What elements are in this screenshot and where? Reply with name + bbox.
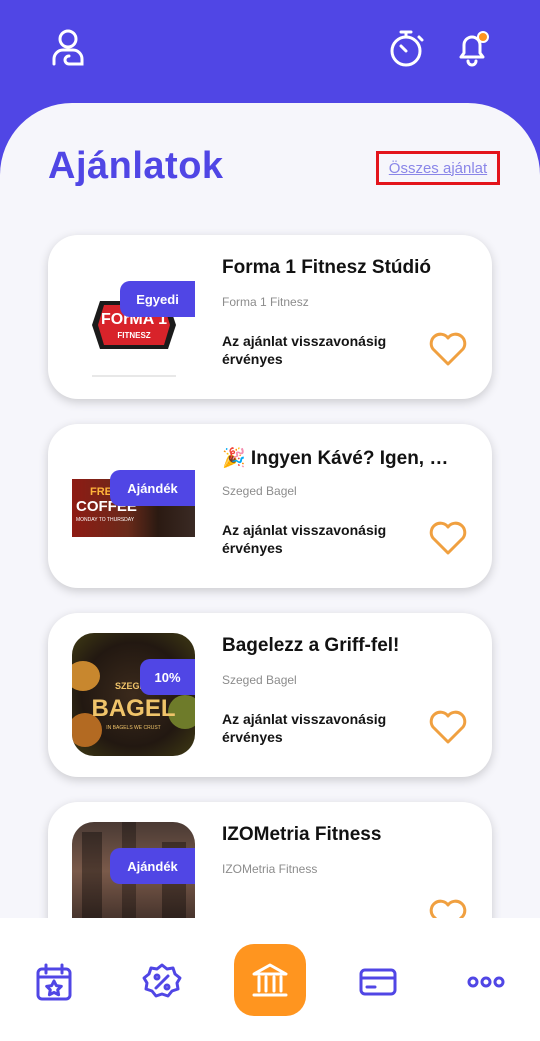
- offer-partner: Forma 1 Fitnesz: [222, 295, 309, 309]
- notification-dot: [477, 31, 489, 43]
- offer-card[interactable]: SZEGED BAGEL IN BAGELS WE CRUST 10% Bage…: [48, 613, 492, 777]
- offer-badge: 10%: [140, 659, 195, 695]
- bell-icon[interactable]: [452, 28, 492, 68]
- logo-text: BAGEL: [91, 695, 176, 722]
- heart-icon[interactable]: [428, 331, 468, 367]
- offer-card[interactable]: Ajándék IZOMetria Fitness IZOMetria Fitn…: [48, 802, 492, 923]
- offer-validity: Az ajánlat visszavonásig érvényes: [222, 711, 387, 745]
- user-icon[interactable]: [48, 28, 88, 68]
- offers-sheet: Ajánlatok Összes ajánlat FOrMA 1 FITNESZ…: [0, 103, 540, 923]
- offer-badge: Ajándék: [110, 848, 195, 884]
- stopwatch-icon[interactable]: [386, 28, 426, 68]
- offer-title: Bagelezz a Griff-fel!: [222, 635, 400, 656]
- calendar-star-icon[interactable]: [32, 960, 76, 1004]
- offer-card[interactable]: FREE COFFEE MONDAY TO THURSDAY Ajándék 🎉…: [48, 424, 492, 588]
- offer-validity: Az ajánlat visszavonásig érvényes: [222, 522, 387, 556]
- more-icon[interactable]: [464, 960, 508, 1004]
- offer-validity: Az ajánlat visszavonásig érvényes: [222, 333, 387, 367]
- offer-title: IZOMetria Fitness: [222, 824, 382, 845]
- heart-icon[interactable]: [428, 709, 468, 745]
- offer-title: Forma 1 Fitnesz Stúdió: [222, 257, 432, 278]
- offer-partner: Szeged Bagel: [222, 484, 297, 498]
- all-offers-link[interactable]: Összes ajánlat: [376, 151, 500, 185]
- page-title: Ajánlatok: [48, 145, 224, 187]
- offer-badge: Egyedi: [120, 281, 195, 317]
- bottom-navigation: [0, 918, 540, 1041]
- offer-card[interactable]: FOrMA 1 FITNESZ Egyedi Forma 1 Fitnesz S…: [48, 235, 492, 399]
- offer-partner: Szeged Bagel: [222, 673, 297, 687]
- logo-subtext: MONDAY TO THURSDAY: [76, 517, 135, 523]
- offer-title: 🎉 Ingyen Kávé? Igen, …: [222, 448, 449, 469]
- logo-subtext: FITNESZ: [117, 331, 151, 340]
- offer-partner: IZOMetria Fitness: [222, 862, 318, 876]
- logo-subtext: IN BAGELS WE CRUST: [106, 725, 161, 731]
- heart-icon[interactable]: [428, 520, 468, 556]
- bank-icon: [252, 963, 288, 997]
- offer-badge: Ajándék: [110, 470, 195, 506]
- discount-icon[interactable]: [140, 960, 184, 1004]
- bank-button[interactable]: [234, 944, 306, 1016]
- card-icon[interactable]: [356, 960, 400, 1004]
